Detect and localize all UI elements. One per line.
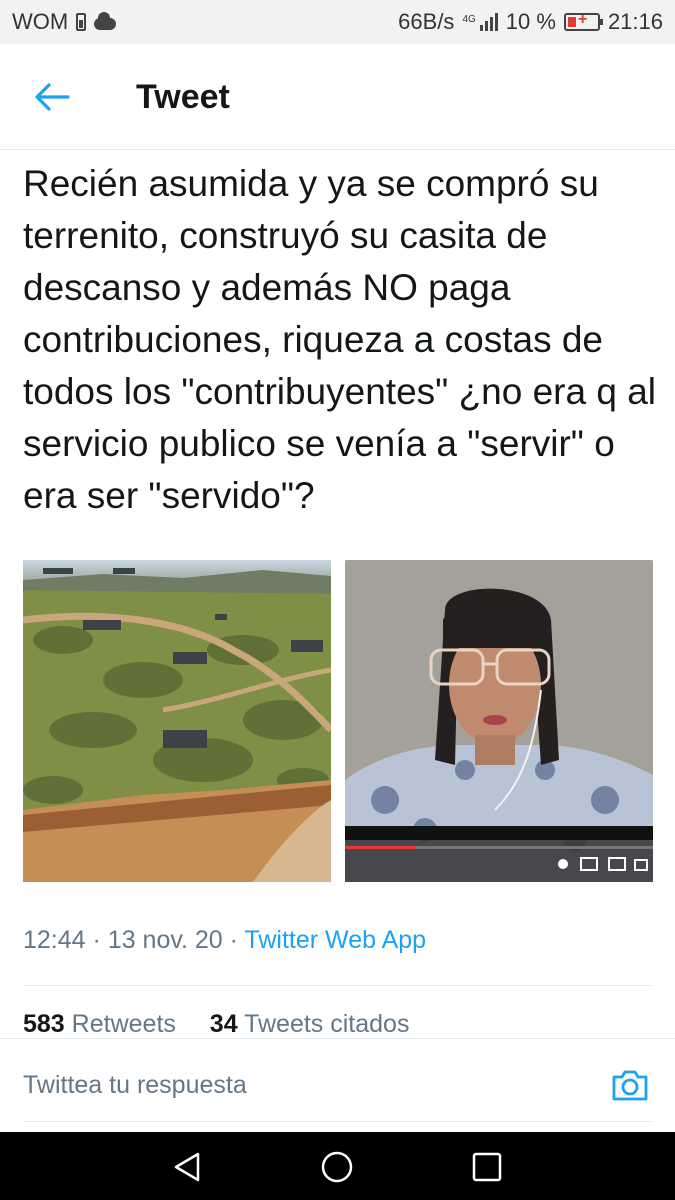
quotes-count[interactable]: 34 bbox=[210, 1010, 238, 1038]
retweets-count[interactable]: 583 bbox=[23, 1010, 65, 1038]
meta-separator: · bbox=[92, 926, 108, 954]
battery-percent: 10 % bbox=[505, 9, 556, 34]
tweet-text: Recién asumida y ya se compró su terreni… bbox=[23, 163, 657, 516]
camera-icon[interactable] bbox=[610, 1067, 650, 1103]
clock: 21:16 bbox=[607, 9, 663, 34]
nav-recents-icon[interactable] bbox=[470, 1150, 504, 1184]
status-left: WOM bbox=[12, 9, 117, 35]
divider bbox=[23, 985, 653, 986]
tweet-media bbox=[23, 548, 653, 900]
signal-icon bbox=[479, 13, 498, 31]
tweet-meta: 12:44 · 13 nov. 20 · Twitter Web App bbox=[23, 926, 426, 955]
app-header: Tweet bbox=[0, 44, 675, 150]
media-video-thumbnail[interactable] bbox=[345, 548, 653, 900]
reply-underline bbox=[23, 1121, 653, 1122]
meta-separator: · bbox=[229, 926, 245, 954]
page-title: Tweet bbox=[136, 78, 230, 116]
network-type: 4G bbox=[462, 14, 476, 25]
tweet-date: 13 nov. 20 bbox=[107, 926, 223, 954]
system-navigation-bar bbox=[0, 1132, 675, 1200]
quotes-label[interactable]: Tweets citados bbox=[244, 1010, 409, 1038]
nav-home-icon[interactable] bbox=[320, 1150, 354, 1184]
nav-back-icon[interactable] bbox=[170, 1150, 204, 1184]
back-arrow-icon[interactable] bbox=[34, 82, 70, 112]
video-progress-fill bbox=[345, 846, 416, 849]
aerial-landscape-image bbox=[23, 560, 331, 882]
carrier-label: WOM bbox=[12, 9, 69, 34]
tweet-source-app[interactable]: Twitter Web App bbox=[244, 926, 426, 954]
sim-icon bbox=[76, 13, 87, 31]
tweet-time: 12:44 bbox=[23, 926, 86, 954]
status-bar: WOM 66B/s 4G 10 % + 21:16 bbox=[0, 0, 675, 44]
status-right: 66B/s 4G 10 % + 21:16 bbox=[398, 9, 663, 35]
reply-input[interactable]: Twittea tu respuesta bbox=[23, 1071, 247, 1100]
cloud-icon bbox=[94, 12, 117, 30]
video-frame-image bbox=[345, 560, 653, 882]
battery-icon: + bbox=[563, 11, 603, 31]
tweet-stats: 583 Retweets 34 Tweets citados bbox=[23, 1010, 409, 1040]
reply-bar: Twittea tu respuesta bbox=[0, 1038, 675, 1132]
retweets-label[interactable]: Retweets bbox=[72, 1010, 176, 1038]
media-photo-aerial[interactable] bbox=[23, 548, 331, 900]
network-speed: 66B/s bbox=[398, 9, 455, 34]
